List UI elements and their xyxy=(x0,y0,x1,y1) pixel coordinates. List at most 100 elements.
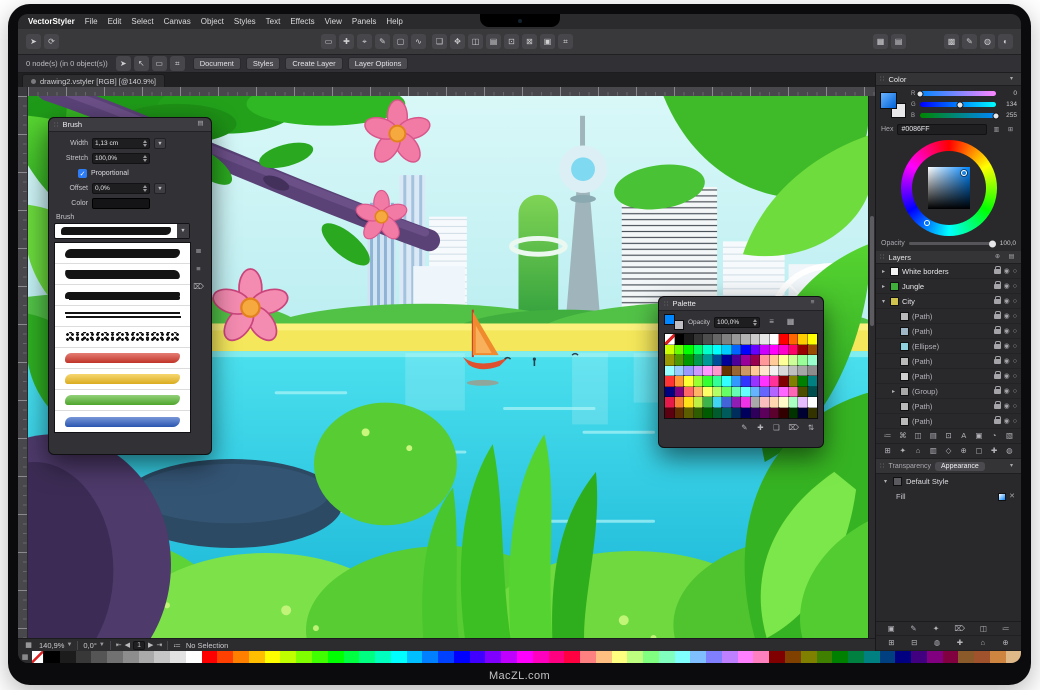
layer-row-ellipse[interactable]: (Ellipse)◉○ xyxy=(876,339,1021,354)
hex-row-icons-1[interactable]: ⊞ xyxy=(1005,125,1016,135)
panel-icon-strip-2-0[interactable]: ⊞ xyxy=(882,445,894,457)
brush-preset-8[interactable] xyxy=(55,411,190,432)
toolbar-group-nav-1[interactable]: ⟳ xyxy=(44,34,59,49)
hex-value-input[interactable]: #0086FF xyxy=(897,124,987,135)
toolbar-group-arrange-5[interactable]: ⊠ xyxy=(522,34,537,49)
target-icon[interactable]: ○ xyxy=(1013,298,1017,305)
target-icon[interactable]: ○ xyxy=(1013,283,1017,290)
panel-bottom-icons-1-0[interactable]: ▣ xyxy=(885,623,897,635)
strip-swatch-56[interactable] xyxy=(927,651,943,663)
palette-swatch-6-10[interactable] xyxy=(760,397,770,408)
panel-bottom-icons-1-4[interactable]: ◫ xyxy=(977,623,989,635)
strip-swatch-11[interactable] xyxy=(217,651,233,663)
palette-swatch-7-1[interactable] xyxy=(675,408,685,419)
brush-panel-header-icons-0[interactable]: ▤ xyxy=(195,119,206,130)
context-tool-icons-1[interactable]: ↖ xyxy=(134,56,149,71)
palette-swatch-6-3[interactable] xyxy=(694,397,704,408)
palette-swatch-1-8[interactable] xyxy=(741,345,751,356)
panel-icon-strip-1-0[interactable]: ≔ xyxy=(882,430,894,442)
strip-swatch-37[interactable] xyxy=(627,651,643,663)
palette-swatch-4-15[interactable] xyxy=(808,376,818,387)
layer-row-path[interactable]: (Path)◉○ xyxy=(876,354,1021,369)
strip-swatch-7[interactable] xyxy=(154,651,170,663)
target-icon[interactable]: ○ xyxy=(1013,328,1017,335)
palette-swatch-0-12[interactable] xyxy=(779,334,789,345)
toolbar-group-draw-4[interactable]: ▢ xyxy=(393,34,408,49)
palette-swatch-0-3[interactable] xyxy=(694,334,704,345)
lock-icon[interactable] xyxy=(994,419,1001,424)
strip-swatch-0[interactable] xyxy=(44,651,60,663)
layer-row-path[interactable]: (Path)◉○ xyxy=(876,309,1021,324)
layer-row-path[interactable]: (Path)◉○ xyxy=(876,399,1021,414)
palette-swatch-0-1[interactable] xyxy=(675,334,685,345)
palette-swatch-5-2[interactable] xyxy=(684,387,694,398)
panel-icon-strip-2-8[interactable]: ◍ xyxy=(1003,445,1015,457)
color-panel-header[interactable]: ∷ Color ▾ xyxy=(876,73,1021,86)
strip-swatch-22[interactable] xyxy=(391,651,407,663)
strip-swatch-20[interactable] xyxy=(359,651,375,663)
panel-bottom-icons-2-0[interactable]: ⊞ xyxy=(885,637,897,649)
lock-icon[interactable] xyxy=(994,344,1001,349)
panel-bottom-icons-1-2[interactable]: ✦ xyxy=(930,623,942,635)
palette-swatch-2-1[interactable] xyxy=(675,355,685,366)
strip-swatch-1[interactable] xyxy=(60,651,76,663)
strip-swatch-60[interactable] xyxy=(990,651,1006,663)
panel-icon-strip-2-5[interactable]: ⊕ xyxy=(958,445,970,457)
brush-list-tools-2[interactable]: ⌦ xyxy=(191,281,206,292)
strip-swatch-19[interactable] xyxy=(344,651,360,663)
panel-bottom-icons-1-5[interactable]: ≔ xyxy=(1000,623,1012,635)
toolbar-group-arrange-2[interactable]: ◫ xyxy=(468,34,483,49)
toolbar-group-arrange-7[interactable]: ⌗ xyxy=(558,34,573,49)
target-icon[interactable]: ○ xyxy=(1013,418,1017,425)
palette-swatch-4-9[interactable] xyxy=(751,376,761,387)
palette-panel-header[interactable]: ∷ Palette ≡ xyxy=(659,297,823,311)
layer-row-white-borders[interactable]: ▸White borders◉○ xyxy=(876,264,1021,279)
offset-stepper[interactable] xyxy=(143,185,147,192)
appearance-header-icons-0[interactable]: ▾ xyxy=(1006,461,1017,471)
fill-well[interactable] xyxy=(880,92,897,109)
palette-footer-icons-1[interactable]: ✚ xyxy=(754,422,766,433)
palette-swatch-4-10[interactable] xyxy=(760,376,770,387)
strip-swatch-9[interactable] xyxy=(186,651,202,663)
palette-swatch-3-15[interactable] xyxy=(808,366,818,377)
strip-swatch-31[interactable] xyxy=(533,651,549,663)
expander-icon[interactable]: ▸ xyxy=(880,283,887,290)
palette-swatch-7-2[interactable] xyxy=(684,408,694,419)
drag-handle-icon[interactable]: ∷ xyxy=(880,253,884,261)
fill-stroke-wells[interactable] xyxy=(880,92,906,118)
channel-knob[interactable] xyxy=(993,112,1000,119)
context-tool-icons-3[interactable]: ⌗ xyxy=(170,56,185,71)
strip-swatch-52[interactable] xyxy=(864,651,880,663)
palette-swatch-2-11[interactable] xyxy=(770,355,780,366)
palette-swatch-4-3[interactable] xyxy=(694,376,704,387)
strip-swatch-48[interactable] xyxy=(801,651,817,663)
brush-preset-4[interactable] xyxy=(55,327,190,348)
palette-swatch-3-3[interactable] xyxy=(694,366,704,377)
palette-swatch-5-9[interactable] xyxy=(751,387,761,398)
fill-well[interactable] xyxy=(664,314,675,325)
color-wheel[interactable] xyxy=(901,140,997,236)
palette-swatch-2-9[interactable] xyxy=(751,355,761,366)
brush-color-field[interactable] xyxy=(92,198,150,209)
palette-swatch-1-4[interactable] xyxy=(703,345,713,356)
lock-icon[interactable] xyxy=(994,359,1001,364)
opacity-slider[interactable] xyxy=(909,242,996,245)
drag-handle-icon[interactable]: ∷ xyxy=(664,300,668,308)
palette-swatch-5-11[interactable] xyxy=(770,387,780,398)
palette-swatch-0-0[interactable] xyxy=(665,334,675,345)
brush-offset-dropdown[interactable]: ▼ xyxy=(154,183,166,194)
palette-swatch-5-8[interactable] xyxy=(741,387,751,398)
palette-swatch-2-12[interactable] xyxy=(779,355,789,366)
channel-slider[interactable] xyxy=(920,91,996,96)
strip-swatch-41[interactable] xyxy=(690,651,706,663)
panel-bottom-icons-1-3[interactable]: ⌦ xyxy=(952,623,967,635)
strip-swatch-23[interactable] xyxy=(407,651,423,663)
channel-knob[interactable] xyxy=(917,90,924,97)
palette-swatch-6-2[interactable] xyxy=(684,397,694,408)
palette-panel-header-icons-0[interactable]: ≡ xyxy=(807,298,818,309)
palette-swatch-6-15[interactable] xyxy=(808,397,818,408)
last-page-button[interactable]: ⇥ xyxy=(156,641,162,649)
palette-swatch-3-9[interactable] xyxy=(751,366,761,377)
menu-item-effects[interactable]: Effects xyxy=(290,17,314,26)
eye-icon[interactable]: ◉ xyxy=(1004,313,1010,320)
